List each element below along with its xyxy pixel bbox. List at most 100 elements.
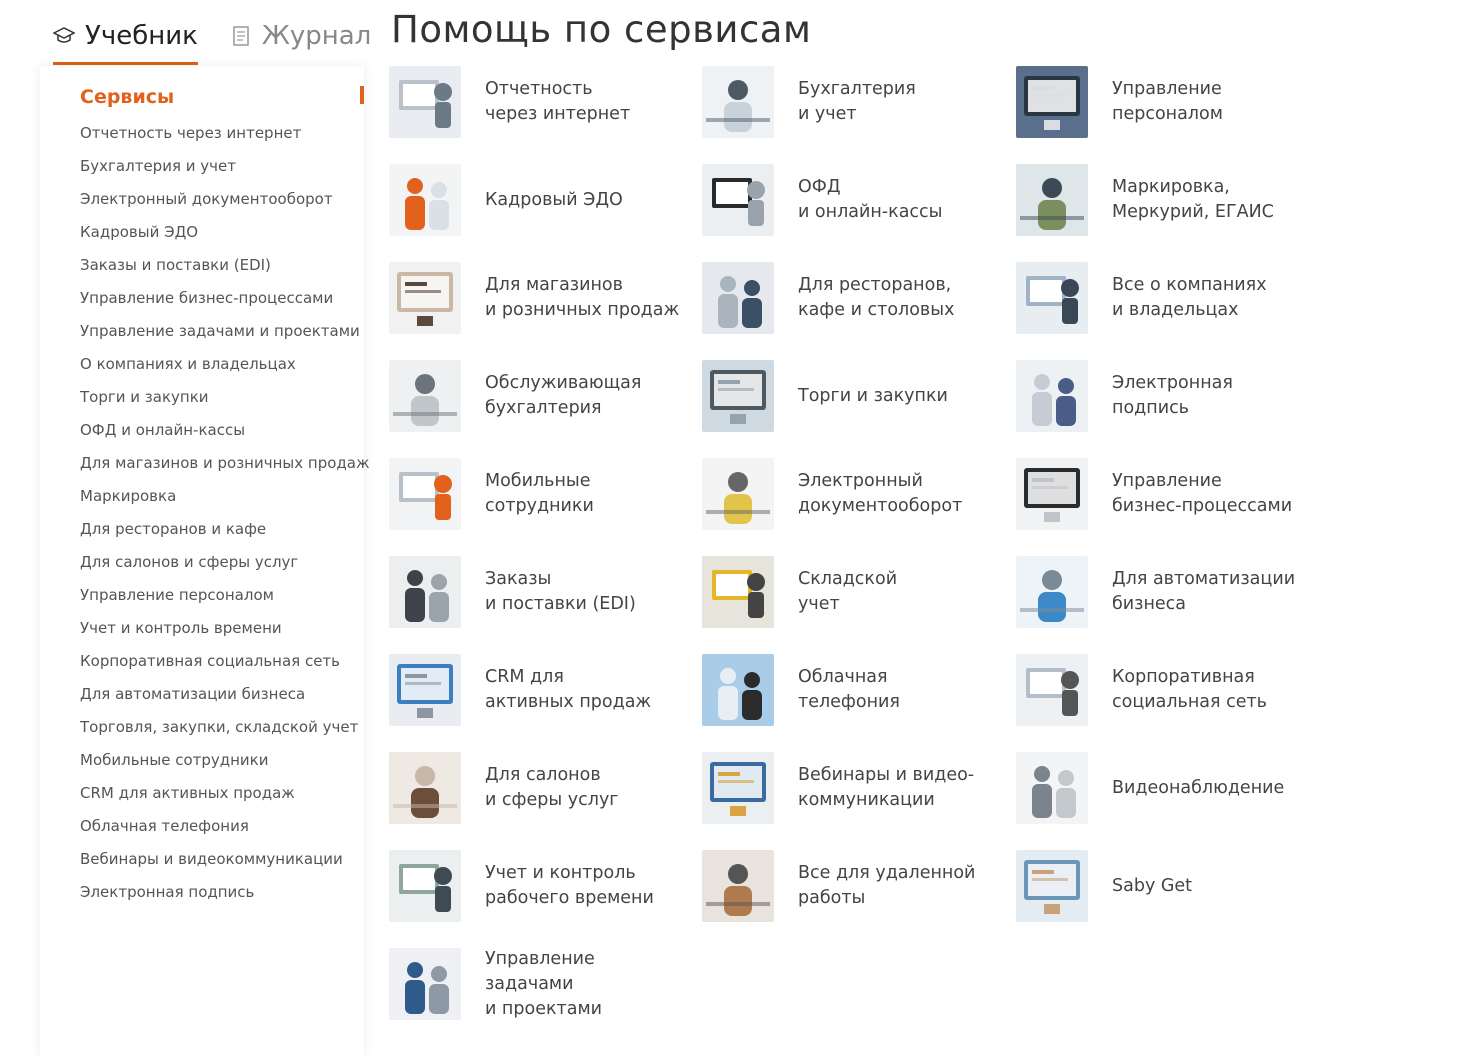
service-title[interactable]: Складской учет [798,556,998,628]
sidebar-item[interactable]: Бухгалтерия и учет [80,155,369,188]
service-title[interactable]: Все для удаленной работы [798,850,998,922]
service-card[interactable]: Обслуживающая бухгалтерия [389,360,689,432]
service-card[interactable]: Облачная телефония [702,654,1002,726]
service-card[interactable]: Складской учет [702,556,1002,628]
service-thumbnail[interactable] [389,556,461,628]
sidebar-item[interactable]: О компаниях и владельцах [80,353,369,386]
service-thumbnail[interactable] [1016,458,1088,530]
service-thumbnail[interactable] [389,360,461,432]
sidebar-item[interactable]: Облачная телефония [80,815,369,848]
service-card[interactable]: CRM для активных продаж [389,654,689,726]
service-title[interactable]: Облачная телефония [798,654,998,726]
service-title[interactable]: Учет и контроль рабочего времени [485,850,685,922]
sidebar-item[interactable]: Кадровый ЭДО [80,221,369,254]
service-title[interactable]: Видеонаблюдение [1112,752,1312,824]
service-thumbnail[interactable] [1016,360,1088,432]
service-card[interactable]: Управление задачами и проектами [389,948,689,1020]
service-card[interactable]: Для салонов и сферы услуг [389,752,689,824]
service-thumbnail[interactable] [702,458,774,530]
service-title[interactable]: Маркировка, Меркурий, ЕГАИС [1112,164,1312,236]
service-card[interactable]: Вебинары и видео-коммуникации [702,752,1002,824]
service-title[interactable]: Для салонов и сферы услуг [485,752,685,824]
service-title[interactable]: Управление бизнес-процессами [1112,458,1312,530]
service-card[interactable]: Для ресторанов, кафе и столовых [702,262,1002,334]
service-thumbnail[interactable] [1016,850,1088,922]
service-title[interactable]: Мобильные сотрудники [485,458,685,530]
service-thumbnail[interactable] [1016,66,1088,138]
service-thumbnail[interactable] [389,66,461,138]
service-card[interactable]: Мобильные сотрудники [389,458,689,530]
service-thumbnail[interactable] [389,654,461,726]
service-card[interactable]: Видеонаблюдение [1016,752,1316,824]
service-title[interactable]: Электронный документооборот [798,458,998,530]
sidebar-item[interactable]: Для автоматизации бизнеса [80,683,369,716]
service-card[interactable]: Бухгалтерия и учет [702,66,1002,138]
service-card[interactable]: Торги и закупки [702,360,1002,432]
service-card[interactable]: Для автоматизации бизнеса [1016,556,1316,628]
service-title[interactable]: Корпоративная социальная сеть [1112,654,1312,726]
service-card[interactable]: Все о компаниях и владельцах [1016,262,1316,334]
sidebar-item[interactable]: Торговля, закупки, складской учет [80,716,369,749]
sidebar-item[interactable]: Мобильные сотрудники [80,749,369,782]
service-thumbnail[interactable] [389,164,461,236]
sidebar-item[interactable]: Маркировка [80,485,369,518]
service-title[interactable]: Вебинары и видео-коммуникации [798,752,998,824]
sidebar-item[interactable]: Корпоративная социальная сеть [80,650,369,683]
service-thumbnail[interactable] [389,948,461,1020]
service-thumbnail[interactable] [389,458,461,530]
service-thumbnail[interactable] [702,654,774,726]
sidebar-item[interactable]: Управление бизнес-процессами [80,287,369,320]
service-card[interactable]: Все для удаленной работы [702,850,1002,922]
service-card[interactable]: Отчетность через интернет [389,66,689,138]
sidebar-item[interactable]: Для салонов и сферы услуг [80,551,369,584]
service-thumbnail[interactable] [702,752,774,824]
sidebar-item[interactable]: Вебинары и видеокоммуникации [80,848,369,881]
service-title[interactable]: Бухгалтерия и учет [798,66,998,138]
service-card[interactable]: ОФД и онлайн-кассы [702,164,1002,236]
service-thumbnail[interactable] [1016,654,1088,726]
service-card[interactable]: Saby Get [1016,850,1316,922]
service-card[interactable]: Управление персоналом [1016,66,1316,138]
service-title[interactable]: ОФД и онлайн-кассы [798,164,998,236]
service-title[interactable]: Электронная подпись [1112,360,1312,432]
service-card[interactable]: Учет и контроль рабочего времени [389,850,689,922]
service-title[interactable]: Saby Get [1112,850,1312,922]
tab-journal[interactable]: Журнал [230,10,371,62]
sidebar-item[interactable]: CRM для активных продаж [80,782,369,815]
service-title[interactable]: Управление персоналом [1112,66,1312,138]
sidebar-item[interactable]: Управление персоналом [80,584,369,617]
service-title[interactable]: Управление задачами и проектами [485,948,685,1020]
service-thumbnail[interactable] [702,850,774,922]
service-title[interactable]: Обслуживающая бухгалтерия [485,360,685,432]
service-title[interactable]: Торги и закупки [798,360,998,432]
tab-textbook[interactable]: Учебник [53,10,198,65]
service-card[interactable]: Электронная подпись [1016,360,1316,432]
sidebar-item[interactable]: Управление задачами и проектами [80,320,369,353]
sidebar-item[interactable]: Электронный документооборот [80,188,369,221]
sidebar-heading[interactable]: Сервисы [80,86,174,108]
sidebar-item[interactable]: Заказы и поставки (EDI) [80,254,369,287]
service-title[interactable]: Все о компаниях и владельцах [1112,262,1312,334]
service-thumbnail[interactable] [702,164,774,236]
service-card[interactable]: Заказы и поставки (EDI) [389,556,689,628]
sidebar-item[interactable]: ОФД и онлайн-кассы [80,419,369,452]
sidebar-item[interactable]: Торги и закупки [80,386,369,419]
service-thumbnail[interactable] [389,850,461,922]
sidebar-item[interactable]: Отчетность через интернет [80,122,369,155]
service-thumbnail[interactable] [702,556,774,628]
service-thumbnail[interactable] [1016,164,1088,236]
sidebar-item[interactable]: Учет и контроль времени [80,617,369,650]
service-thumbnail[interactable] [389,752,461,824]
service-title[interactable]: Отчетность через интернет [485,66,685,138]
service-thumbnail[interactable] [1016,752,1088,824]
sidebar-item[interactable]: Электронная подпись [80,881,369,914]
service-title[interactable]: Для магазинов и розничных продаж [485,262,685,334]
sidebar-item[interactable]: Для ресторанов и кафе [80,518,369,551]
service-card[interactable]: Корпоративная социальная сеть [1016,654,1316,726]
service-card[interactable]: Управление бизнес-процессами [1016,458,1316,530]
service-card[interactable]: Кадровый ЭДО [389,164,689,236]
service-thumbnail[interactable] [702,66,774,138]
service-thumbnail[interactable] [389,262,461,334]
service-thumbnail[interactable] [702,262,774,334]
service-title[interactable]: Кадровый ЭДО [485,164,685,236]
